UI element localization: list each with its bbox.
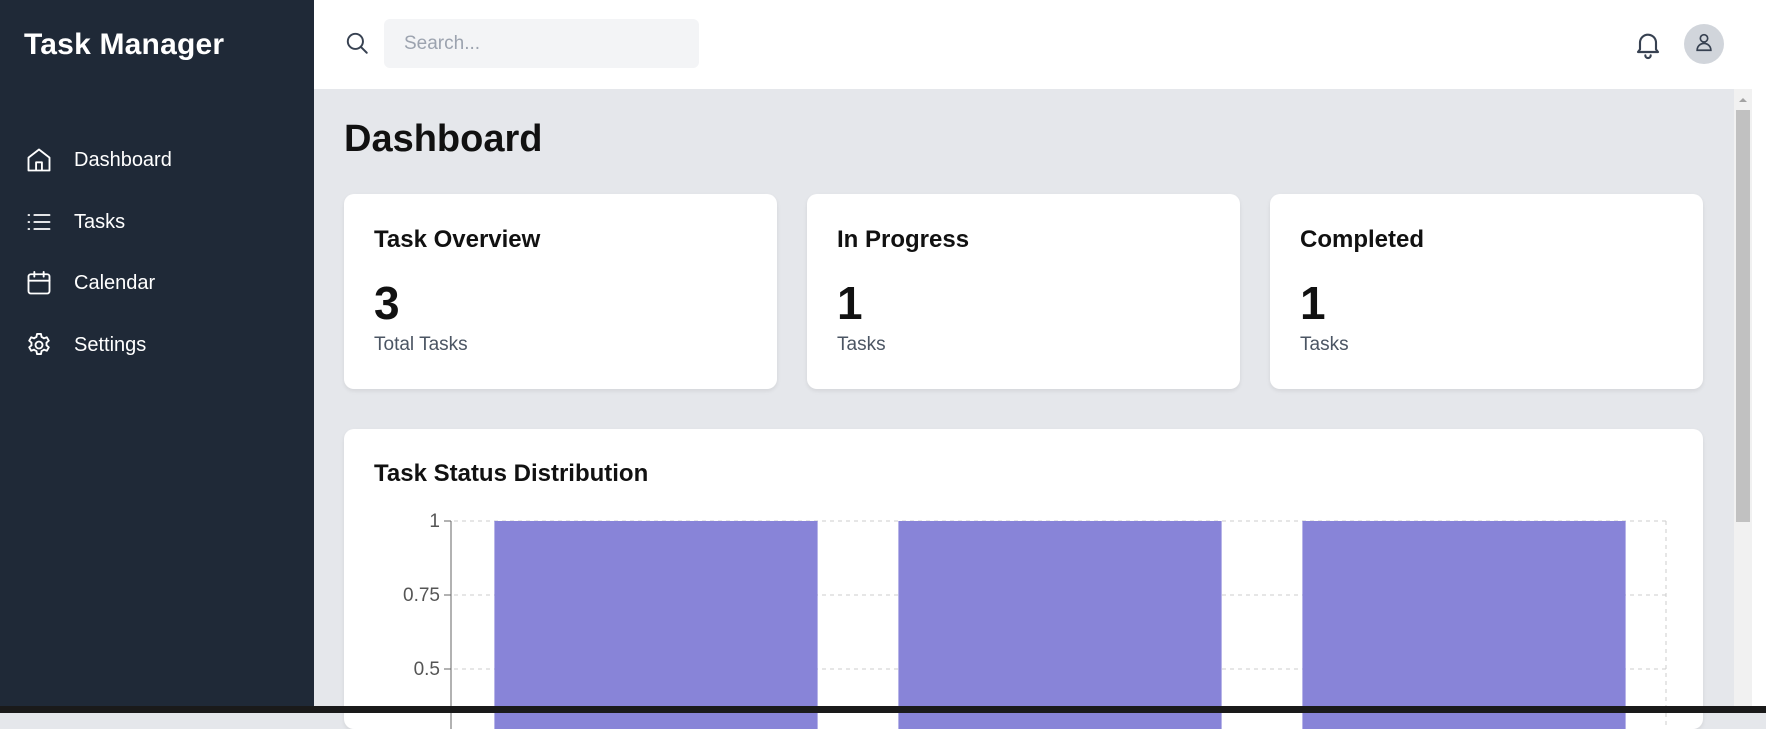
bar (898, 521, 1222, 729)
stat-card-completed: Completed 1 Tasks (1270, 194, 1703, 389)
bar-chart: 1 0.75 0.5 (403, 511, 1667, 729)
search-icon (344, 30, 370, 56)
card-title: In Progress (837, 226, 970, 253)
gear-icon (24, 330, 54, 360)
home-icon (24, 145, 54, 175)
sidebar-item-label: Calendar (74, 271, 156, 294)
card-value: 1 (1300, 277, 1326, 329)
chart-card: Task Status Distribution 1 0.75 0.5 (344, 429, 1703, 729)
avatar[interactable] (1684, 24, 1724, 64)
list-icon (24, 207, 54, 237)
card-subtitle: Tasks (837, 334, 886, 355)
card-subtitle: Tasks (1300, 334, 1349, 355)
user-icon (1693, 31, 1715, 58)
bell-icon[interactable] (1632, 28, 1664, 60)
scroll-up-arrow-icon[interactable] (1736, 93, 1750, 105)
sidebar-item-settings[interactable]: Settings (24, 325, 146, 365)
card-subtitle: Total Tasks (374, 334, 468, 355)
sidebar-item-calendar[interactable]: Calendar (24, 263, 155, 303)
bar (494, 521, 818, 729)
sidebar-item-dashboard[interactable]: Dashboard (24, 140, 172, 180)
app-title: Task Manager (24, 28, 225, 61)
stat-card-task-overview: Task Overview 3 Total Tasks (344, 194, 777, 389)
card-value: 3 (374, 277, 400, 329)
y-tick-label: 0.75 (403, 585, 440, 606)
sidebar-item-label: Tasks (74, 210, 126, 233)
sidebar-item-label: Settings (74, 333, 147, 356)
bar (1302, 521, 1626, 729)
sidebar-item-label: Dashboard (74, 148, 172, 171)
scrollbar-thumb[interactable] (1736, 110, 1750, 522)
page-title: Dashboard (344, 118, 543, 160)
card-value: 1 (837, 277, 863, 329)
sidebar-item-tasks[interactable]: Tasks (24, 202, 125, 242)
sidebar: Task Manager Dashboard Tasks Calendar Se… (0, 0, 314, 706)
stat-card-in-progress: In Progress 1 Tasks (807, 194, 1240, 389)
card-title: Completed (1300, 226, 1425, 253)
taskbar-strip (0, 706, 1766, 713)
window-edge (1752, 0, 1766, 713)
calendar-icon (24, 268, 54, 298)
top-bar (314, 0, 1752, 89)
y-tick-label: 1 (429, 511, 440, 532)
search-input[interactable] (384, 19, 699, 68)
card-title: Task Overview (374, 226, 541, 253)
y-tick-label: 0.5 (414, 659, 440, 680)
